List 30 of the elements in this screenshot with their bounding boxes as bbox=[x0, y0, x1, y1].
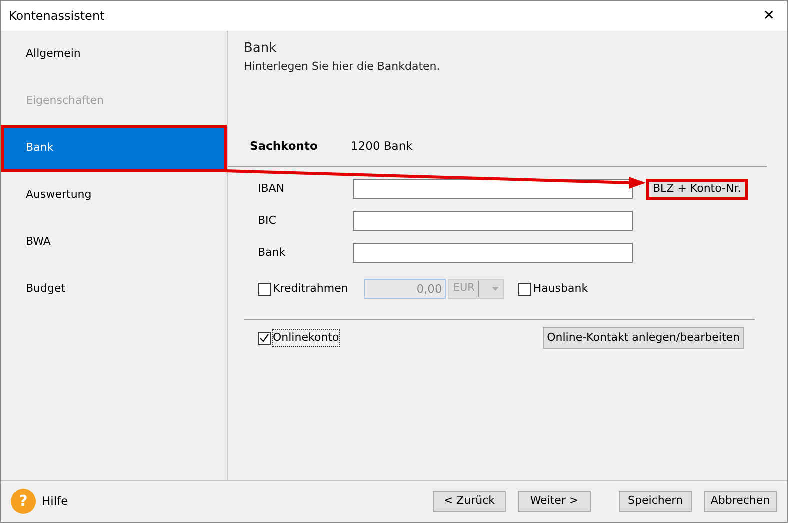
account-label: Sachkonto bbox=[250, 138, 319, 156]
help-label[interactable]: Hilfe bbox=[42, 492, 68, 510]
page-subtitle: Hinterlegen Sie hier die Bankdaten. bbox=[243, 58, 442, 74]
online-contact-button[interactable]: Online-Kontakt anlegen/bearbeiten bbox=[543, 326, 744, 350]
checkbox[interactable] bbox=[258, 332, 271, 344]
checkbox-label: Hausbank bbox=[533, 280, 588, 297]
caret-icon bbox=[492, 287, 500, 291]
footer-button[interactable]: Speichern bbox=[619, 491, 692, 512]
sidebar-item[interactable]: Auswertung bbox=[1, 172, 227, 219]
sidebar-item[interactable]: BWA bbox=[1, 219, 227, 266]
footer-button[interactable]: Weiter > bbox=[518, 491, 591, 512]
close-button[interactable]: ✕ bbox=[759, 6, 779, 26]
text-field[interactable] bbox=[353, 211, 633, 231]
text-field[interactable] bbox=[353, 179, 633, 199]
checkbox-label: Kreditrahmen bbox=[273, 280, 348, 297]
account-value: 1200 Bank bbox=[351, 138, 413, 156]
blz-button[interactable]: BLZ + Konto-Nr. bbox=[646, 178, 748, 200]
footer-button[interactable]: Abbrechen bbox=[704, 491, 777, 512]
field-label: IBAN bbox=[258, 180, 286, 197]
field-label: BIC bbox=[258, 212, 278, 229]
sidebar-item[interactable]: Budget bbox=[1, 266, 227, 313]
checkbox-label: Onlinekonto bbox=[273, 330, 340, 346]
sidebar-item[interactable]: Allgemein bbox=[1, 31, 227, 78]
checkbox[interactable] bbox=[518, 282, 532, 296]
page-title: Bank bbox=[243, 40, 278, 58]
sidebar-item[interactable]: Bank bbox=[1, 125, 227, 172]
field-label: Bank bbox=[258, 244, 287, 261]
text-field[interactable] bbox=[353, 243, 633, 263]
window-title: Kontenassistent bbox=[9, 8, 105, 25]
footer-button[interactable]: < Zurück bbox=[433, 491, 506, 512]
